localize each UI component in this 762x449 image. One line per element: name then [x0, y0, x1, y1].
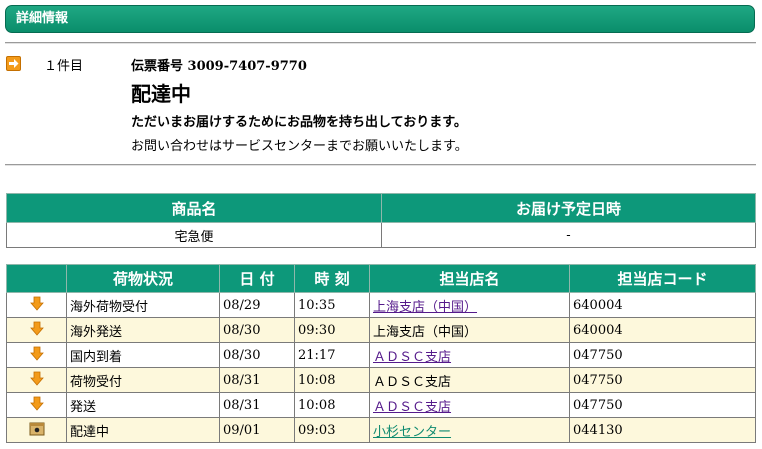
status-icon-cell — [6, 367, 67, 393]
down-arrow-icon — [29, 296, 44, 315]
status-cell: 発送 — [66, 392, 220, 418]
time-cell: 10:35 — [294, 292, 370, 318]
tracking-row: 海外発送 08/30 09:30 上海支店（中国） 640004 — [6, 317, 756, 343]
time-cell: 09:30 — [294, 317, 370, 343]
date-cell: 09/01 — [219, 417, 295, 443]
status-icon-cell — [6, 417, 67, 443]
tracking-row: 海外荷物受付 08/29 10:35 上海支店（中国） 640004 — [6, 292, 756, 318]
down-arrow-icon — [29, 396, 44, 415]
section-header: 詳細情報 — [5, 5, 755, 33]
status-message: ただいまお届けするためにお品物を持ち出しております。 — [131, 115, 467, 130]
status-icon-cell — [6, 392, 67, 418]
date-cell: 08/31 — [219, 392, 295, 418]
store-link[interactable]: 上海支店（中国） — [373, 300, 477, 315]
store-link[interactable]: 小杉センター — [373, 425, 451, 440]
code-column-header: 担当店コード — [569, 264, 756, 293]
code-cell: 044130 — [569, 417, 756, 443]
time-cell: 10:08 — [294, 392, 370, 418]
icon-column-header — [6, 264, 67, 293]
tracking-row: 配達中 09/01 09:03 小杉センター 044130 — [6, 417, 756, 443]
code-cell: 047750 — [569, 367, 756, 393]
store-name: ＡＤＳＣ支店 — [373, 374, 452, 390]
section-title: 詳細情報 — [16, 11, 69, 26]
slip-label: 伝票番号 — [131, 59, 184, 74]
store-cell: 上海支店（中国） — [369, 292, 570, 318]
time-cell: 10:08 — [294, 367, 370, 393]
status-cell: 配達中 — [66, 417, 220, 443]
date-cell: 08/31 — [219, 367, 295, 393]
divider-bottom — [5, 164, 756, 166]
time-column-header: 時 刻 — [294, 264, 370, 293]
store-column-header: 担当店名 — [369, 264, 570, 293]
code-cell: 047750 — [569, 342, 756, 368]
product-header: 商品名 — [6, 193, 382, 223]
status-column-header: 荷物状況 — [66, 264, 220, 293]
slip-value: 3009-7407-9770 — [187, 59, 307, 74]
delivery-datetime: - — [381, 222, 756, 248]
store-cell: ＡＤＳＣ支店 — [369, 342, 570, 368]
store-link[interactable]: ＡＤＳＣ支店 — [373, 350, 451, 365]
product-table: 商品名 お届け予定日時 宅急便 - — [6, 193, 756, 248]
tracking-row: 荷物受付 08/31 10:08 ＡＤＳＣ支店 047750 — [6, 367, 756, 393]
date-cell: 08/30 — [219, 317, 295, 343]
store-cell: ＡＤＳＣ支店 — [369, 367, 570, 393]
code-cell: 640004 — [569, 317, 756, 343]
date-cell: 08/30 — [219, 342, 295, 368]
item-count: １件目 — [44, 59, 84, 74]
store-link[interactable]: ＡＤＳＣ支店 — [373, 400, 451, 415]
down-arrow-icon — [29, 346, 44, 365]
date-cell: 08/29 — [219, 292, 295, 318]
tracking-row: 国内到着 08/30 21:17 ＡＤＳＣ支店 047750 — [6, 342, 756, 368]
status-cell: 荷物受付 — [66, 367, 220, 393]
store-cell: 上海支店（中国） — [369, 317, 570, 343]
status-cell: 海外発送 — [66, 317, 220, 343]
status-cell: 国内到着 — [66, 342, 220, 368]
right-arrow-icon — [6, 56, 21, 71]
code-cell: 047750 — [569, 392, 756, 418]
down-arrow-icon — [29, 321, 44, 340]
delivery-status: 配達中 — [131, 82, 191, 106]
contact-message: お問い合わせはサービスセンターまでお願いいたします。 — [131, 139, 468, 154]
tracking-row: 発送 08/31 10:08 ＡＤＳＣ支店 047750 — [6, 392, 756, 418]
store-cell: 小杉センター — [369, 417, 570, 443]
truck-package-icon — [29, 421, 45, 440]
status-cell: 海外荷物受付 — [66, 292, 220, 318]
date-column-header: 日 付 — [219, 264, 295, 293]
slip-number: 伝票番号 3009-7407-9770 — [131, 55, 307, 74]
time-cell: 21:17 — [294, 342, 370, 368]
divider-top — [5, 42, 756, 44]
product-name: 宅急便 — [6, 222, 382, 248]
code-cell: 640004 — [569, 292, 756, 318]
delivery-header: お届け予定日時 — [381, 193, 756, 223]
tracking-table: 荷物状況 日 付 時 刻 担当店名 担当店コード 海外荷物受付 08/29 10:3… — [6, 264, 756, 443]
store-name: 上海支店（中国） — [373, 324, 478, 340]
time-cell: 09:03 — [294, 417, 370, 443]
status-icon-cell — [6, 342, 67, 368]
down-arrow-icon — [29, 371, 44, 390]
status-icon-cell — [6, 292, 67, 318]
store-cell: ＡＤＳＣ支店 — [369, 392, 570, 418]
status-icon-cell — [6, 317, 67, 343]
